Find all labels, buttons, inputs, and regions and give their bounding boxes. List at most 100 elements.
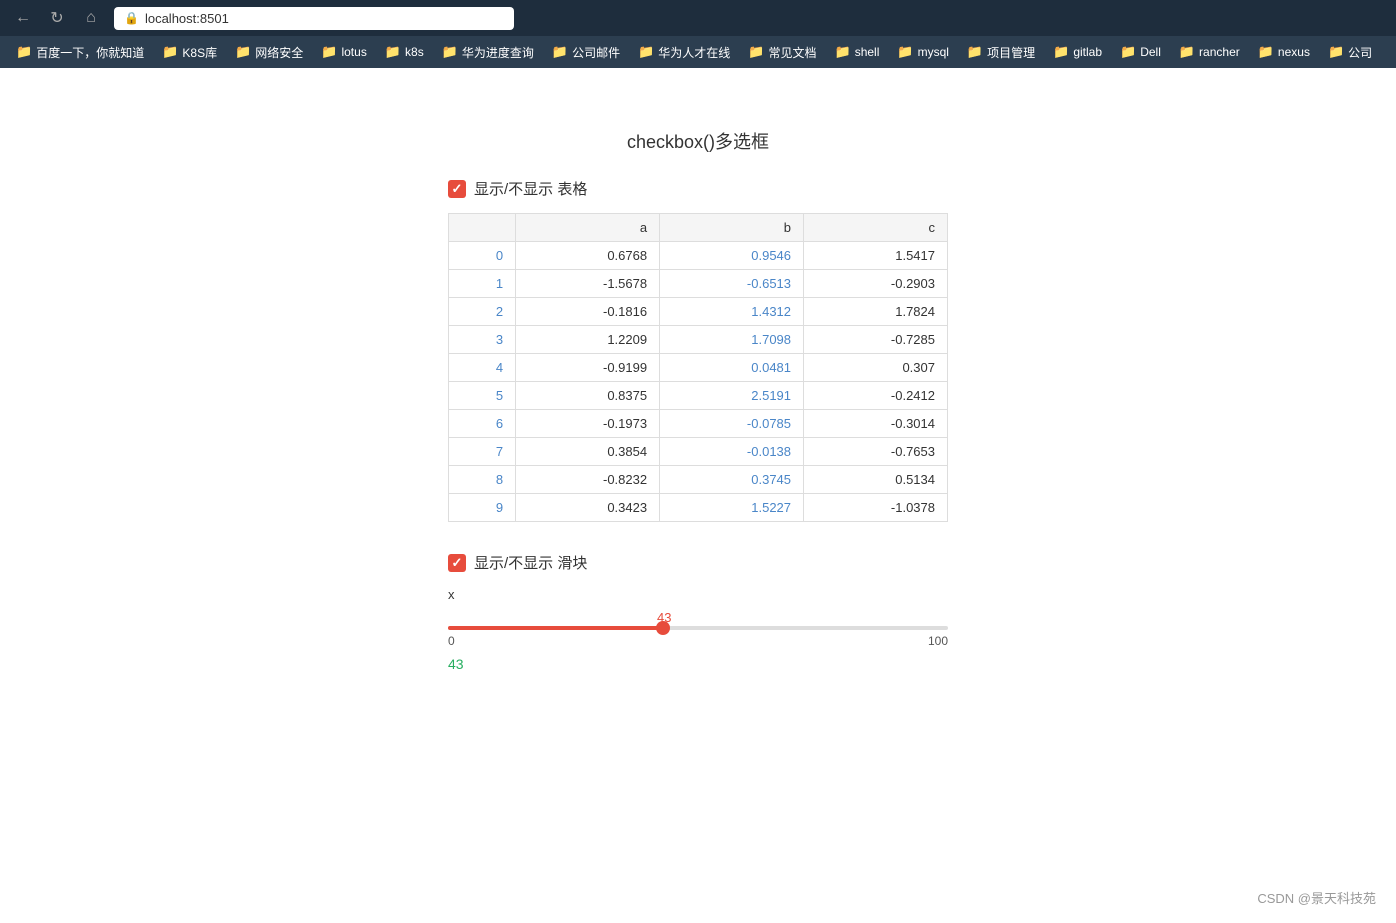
cell-index: 3 [449, 326, 516, 354]
col-index-header [449, 214, 516, 242]
cell-c: -1.0378 [804, 494, 948, 522]
slider-section: ✓ 显示/不显示 滑块 x 43 0 100 43 [448, 552, 948, 672]
table-checkbox[interactable]: ✓ [448, 180, 466, 198]
table-row: 0 0.6768 0.9546 1.5417 [449, 242, 948, 270]
cell-a: -0.1973 [516, 410, 660, 438]
table-row: 9 0.3423 1.5227 -1.0378 [449, 494, 948, 522]
bookmark-label: shell [855, 45, 880, 59]
cell-b: 0.9546 [660, 242, 804, 270]
folder-icon: 📁 [1120, 44, 1136, 60]
bookmark-item[interactable]: 📁网络安全 [227, 41, 311, 64]
bookmark-label: 项目管理 [987, 44, 1035, 61]
bookmark-item[interactable]: 📁百度一下，你就知道 [8, 41, 152, 64]
slider-variable-label: x [448, 587, 948, 602]
bookmark-item[interactable]: 📁shell [827, 41, 888, 63]
cell-b: -0.0138 [660, 438, 804, 466]
bookmark-label: mysql [918, 45, 949, 59]
folder-icon: 📁 [16, 44, 32, 60]
bookmarks-bar: 📁百度一下，你就知道📁K8S库📁网络安全📁lotus📁k8s📁华为进度查询📁公司… [0, 36, 1396, 68]
cell-a: -0.1816 [516, 298, 660, 326]
bookmark-item[interactable]: 📁华为人才在线 [630, 41, 738, 64]
slider-fill [448, 626, 663, 630]
cell-c: 0.307 [804, 354, 948, 382]
folder-icon: 📁 [385, 44, 401, 60]
footer-watermark: CSDN @景天科技苑 [1257, 888, 1376, 907]
bookmark-item[interactable]: 📁公司 [1320, 41, 1380, 64]
table-row: 5 0.8375 2.5191 -0.2412 [449, 382, 948, 410]
folder-icon: 📁 [638, 44, 654, 60]
slider-checkbox-label: 显示/不显示 滑块 [474, 552, 587, 573]
address-bar[interactable]: 🔒 localhost:8501 [114, 7, 514, 30]
bookmark-item[interactable]: 📁 rancher [1171, 41, 1248, 63]
cell-index: 7 [449, 438, 516, 466]
home-button[interactable]: ⌂ [80, 7, 102, 29]
checkmark-icon: ✓ [452, 181, 463, 197]
bookmark-label: 华为进度查询 [462, 44, 534, 61]
cell-index: 4 [449, 354, 516, 382]
table-row: 2 -0.1816 1.4312 1.7824 [449, 298, 948, 326]
cell-b: -0.0785 [660, 410, 804, 438]
cell-c: 0.5134 [804, 466, 948, 494]
table-row: 4 -0.9199 0.0481 0.307 [449, 354, 948, 382]
bookmark-label: 常见文档 [769, 44, 817, 61]
bookmark-item[interactable]: 📁 mysql [889, 41, 957, 63]
cell-index: 5 [449, 382, 516, 410]
bookmark-item[interactable]: 📁lotus [313, 41, 375, 63]
cell-c: -0.7653 [804, 438, 948, 466]
slider-checkbox[interactable]: ✓ [448, 554, 466, 572]
col-c-header: c [804, 214, 948, 242]
slider-thumb [656, 621, 670, 635]
address-text: localhost:8501 [145, 11, 229, 26]
bookmark-item[interactable]: 📁 k8s [377, 41, 432, 63]
bookmark-label: k8s [405, 45, 424, 59]
folder-icon: 📁 [1179, 44, 1195, 60]
main-content: checkbox()多选框 ✓ 显示/不显示 表格 a b c 0 0.6768 [0, 68, 1396, 923]
table-row: 8 -0.8232 0.3745 0.5134 [449, 466, 948, 494]
cell-index: 0 [449, 242, 516, 270]
cell-a: 0.6768 [516, 242, 660, 270]
folder-icon: 📁 [1258, 44, 1274, 60]
cell-a: -0.9199 [516, 354, 660, 382]
slider-checkbox-row: ✓ 显示/不显示 滑块 [448, 552, 948, 573]
bookmark-label: rancher [1199, 45, 1240, 59]
cell-b: 1.7098 [660, 326, 804, 354]
folder-icon: 📁 [748, 44, 764, 60]
bookmark-item[interactable]: 📁Dell [1112, 41, 1169, 63]
bookmark-label: 公司 [1348, 44, 1372, 61]
table-row: 7 0.3854 -0.0138 -0.7653 [449, 438, 948, 466]
bookmark-item[interactable]: 📁K8S库 [154, 41, 225, 64]
folder-icon: 📁 [162, 44, 178, 60]
browser-chrome: ← ↻ ⌂ 🔒 localhost:8501 📁百度一下，你就知道📁K8S库📁网… [0, 0, 1396, 68]
cell-index: 8 [449, 466, 516, 494]
cell-a: -1.5678 [516, 270, 660, 298]
cell-b: 0.3745 [660, 466, 804, 494]
slider-track [448, 626, 948, 630]
table-row: 6 -0.1973 -0.0785 -0.3014 [449, 410, 948, 438]
bookmark-item[interactable]: 📁华为进度查询 [434, 41, 542, 64]
folder-icon: 📁 [897, 44, 913, 60]
bookmark-item[interactable]: 📁gitlab [1045, 41, 1110, 63]
bookmark-item[interactable]: 📁 常见文档 [740, 41, 824, 64]
folder-icon: 📁 [321, 44, 337, 60]
col-a-header: a [516, 214, 660, 242]
bookmark-label: gitlab [1073, 45, 1102, 59]
folder-icon: 📁 [1328, 44, 1344, 60]
cell-b: 2.5191 [660, 382, 804, 410]
bookmark-label: 公司邮件 [572, 44, 620, 61]
cell-c: -0.7285 [804, 326, 948, 354]
folder-icon: 📁 [442, 44, 458, 60]
cell-a: 1.2209 [516, 326, 660, 354]
refresh-button[interactable]: ↻ [46, 7, 68, 29]
bookmark-item[interactable]: 📁公司邮件 [544, 41, 628, 64]
cell-b: 1.5227 [660, 494, 804, 522]
bookmark-item[interactable]: 📁nexus [1250, 41, 1318, 63]
page-title: checkbox()多选框 [627, 128, 769, 154]
folder-icon: 📁 [967, 44, 983, 60]
bookmark-item[interactable]: 📁项目管理 [959, 41, 1043, 64]
table-row: 3 1.2209 1.7098 -0.7285 [449, 326, 948, 354]
cell-index: 1 [449, 270, 516, 298]
cell-c: 1.5417 [804, 242, 948, 270]
cell-a: -0.8232 [516, 466, 660, 494]
cell-index: 6 [449, 410, 516, 438]
back-button[interactable]: ← [12, 7, 34, 29]
